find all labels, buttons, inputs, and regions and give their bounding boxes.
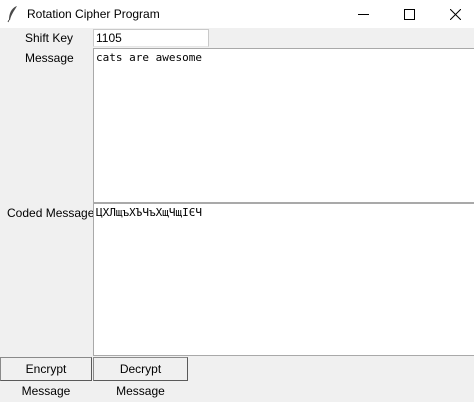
app-window: Rotation Cipher Program Shift Key Messag… — [0, 0, 474, 398]
close-icon — [449, 8, 461, 20]
minimize-button[interactable] — [340, 0, 386, 28]
feather-icon — [6, 5, 20, 23]
shift-key-input[interactable] — [93, 29, 209, 47]
decrypt-message-button[interactable]: Decrypt Message — [93, 357, 188, 398]
message-textarea[interactable]: cats are awesome — [93, 48, 474, 203]
close-button[interactable] — [432, 0, 474, 28]
coded-message-textarea[interactable]: ЦХЛщъХЪЧъХщЧщІЄЧ — [93, 203, 474, 356]
message-label: Message — [25, 51, 74, 65]
maximize-button[interactable] — [386, 0, 432, 28]
title-bar: Rotation Cipher Program — [0, 0, 474, 28]
encrypt-message-button[interactable]: Encrypt Message — [0, 357, 92, 398]
maximize-icon — [403, 8, 415, 20]
coded-message-label: Coded Message — [7, 206, 95, 220]
window-title: Rotation Cipher Program — [27, 7, 160, 21]
minimize-icon — [357, 13, 369, 15]
shift-key-label: Shift Key — [25, 31, 74, 45]
